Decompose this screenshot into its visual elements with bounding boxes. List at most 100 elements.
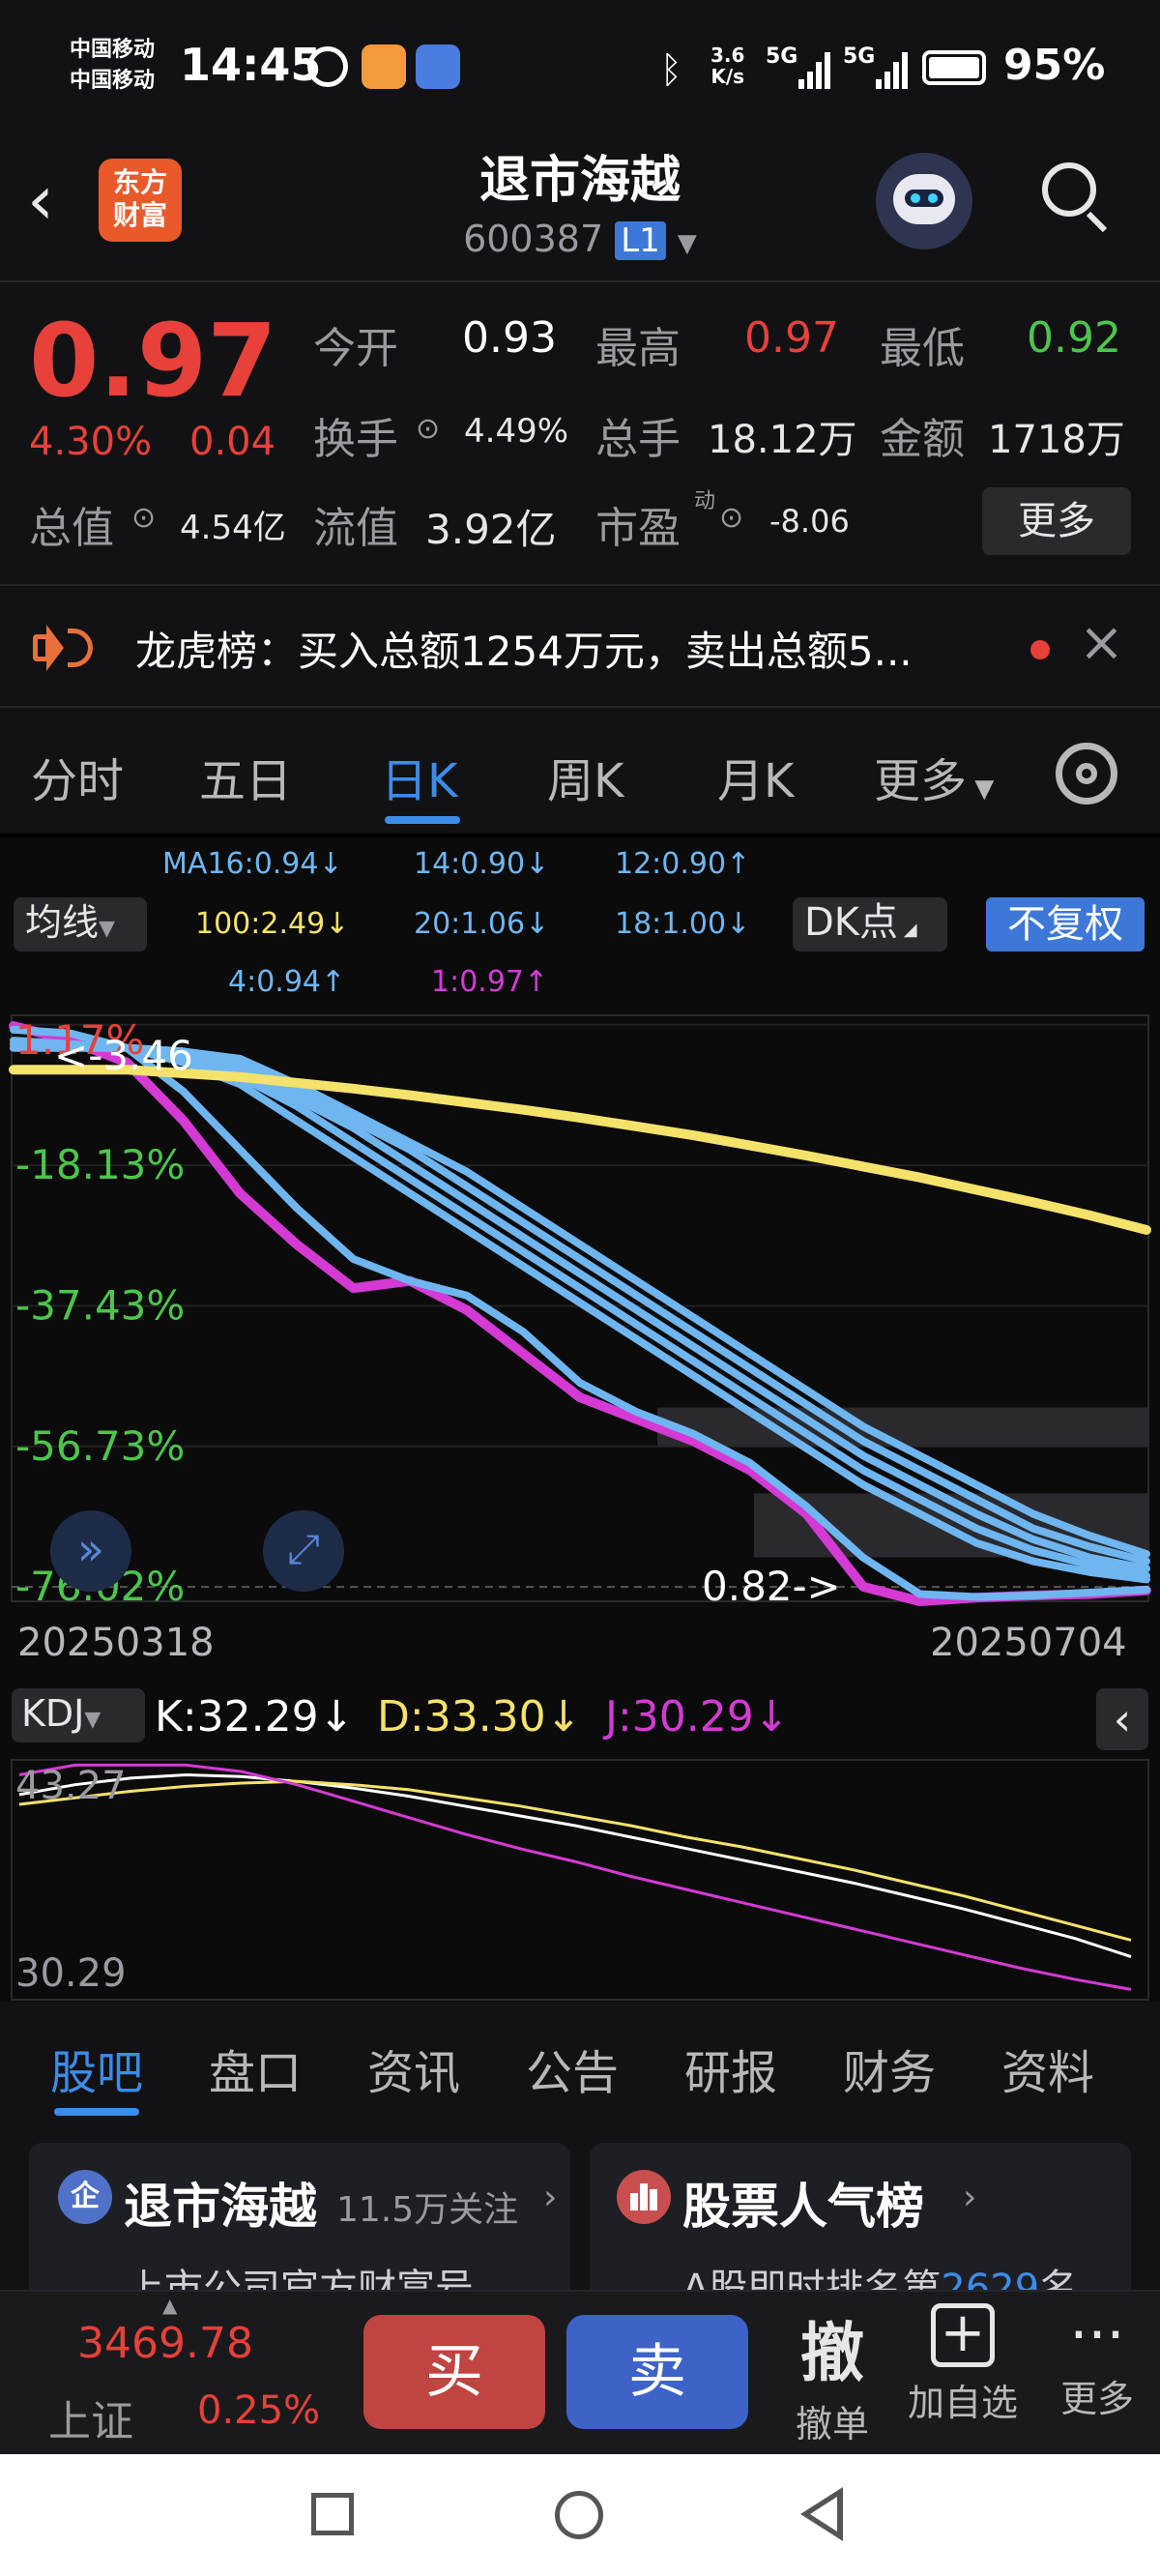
- kdj-d: D:33.30↓: [377, 1692, 582, 1742]
- search-icon[interactable]: [1042, 162, 1108, 233]
- ma4-value: 4:0.94↑: [228, 965, 346, 999]
- collapse-left-icon[interactable]: ‹: [1096, 1688, 1148, 1750]
- speaker-icon: [33, 623, 95, 673]
- tab-monthly-k[interactable]: 月K: [717, 743, 794, 810]
- add-watchlist-button[interactable]: + 加自选: [903, 2303, 1023, 2426]
- cancel-order-button[interactable]: 撤 撤单: [779, 2301, 885, 2447]
- status-time: 14:45: [180, 39, 322, 91]
- kline-chart-area[interactable]: 1.17%-18.13%-37.43%-56.73%-76.02%<-3.460…: [0, 1011, 1160, 1669]
- kdj-ymin-label: 30.29: [15, 1951, 127, 1996]
- tab-daily-k[interactable]: 日K: [381, 743, 457, 810]
- tab-announcements[interactable]: 公告: [526, 2034, 619, 2102]
- tab-research[interactable]: 研报: [684, 2034, 777, 2102]
- signal-icon-2: [876, 50, 909, 89]
- pe-superscript: 动: [694, 489, 716, 513]
- home-icon[interactable]: [555, 2491, 603, 2539]
- tab-weekly-k[interactable]: 周K: [547, 743, 624, 810]
- info-tabs: 股吧 盘口 资讯 公告 研报 财务 资料: [0, 2004, 1160, 2123]
- net-type-1: 5G: [766, 44, 798, 69]
- carrier-2: 中国移动: [70, 69, 156, 93]
- settings-gear-icon[interactable]: [1056, 743, 1117, 805]
- add-watchlist-label: 加自选: [907, 2382, 1018, 2424]
- index-value[interactable]: 3469.78: [77, 2319, 253, 2368]
- expand-up-icon[interactable]: ▲: [162, 2294, 177, 2317]
- popularity-rank: 2629: [941, 2267, 1040, 2290]
- active-tab-indicator: [385, 816, 460, 824]
- add-icon: +: [931, 2303, 995, 2367]
- expand-left-icon[interactable]: »: [50, 1510, 131, 1592]
- kdj-ymax-label: 43.27: [15, 1764, 127, 1808]
- status-bar: 中国移动 中国移动 14:45 ᛒ 3.6 K/s 5G 5G 95%: [0, 0, 1160, 135]
- info-icon[interactable]: ⊙: [131, 501, 156, 535]
- tab-more[interactable]: 更多 ▼: [874, 743, 994, 810]
- kdj-selector[interactable]: KDJ▼: [12, 1688, 145, 1742]
- stock-title-block[interactable]: 退市海越 600387 L1 ▼: [290, 139, 870, 260]
- ma-legend: MA16:0.94↓ 14:0.90↓ 12:0.90↑ 均线▼ 100:2.4…: [0, 837, 1160, 1011]
- cancel-order-label: 撤单: [795, 2403, 869, 2445]
- carrier-1: 中国移动: [70, 38, 156, 62]
- tab-pankou[interactable]: 盘口: [209, 2034, 302, 2102]
- tab-finance[interactable]: 财务: [843, 2034, 936, 2102]
- more-quote-button[interactable]: 更多: [982, 487, 1131, 555]
- tab-intraday[interactable]: 分时: [31, 743, 124, 810]
- amount-value: 1718万: [988, 418, 1125, 462]
- low-value: 0.92: [1027, 313, 1121, 363]
- signal-icon: [798, 50, 831, 89]
- alarm-icon: [307, 46, 348, 87]
- indicator-selector[interactable]: 均线▼: [14, 897, 147, 951]
- mktcap-label[interactable]: 总值: [29, 493, 114, 555]
- eastmoney-logo[interactable]: 东方 财富: [99, 159, 182, 242]
- index-name[interactable]: 上证: [48, 2386, 133, 2448]
- kdj-k: K:32.29↓: [155, 1692, 355, 1742]
- ma16-value: MA16:0.94↓: [162, 847, 343, 881]
- change-pct: 4.30%: [29, 420, 153, 464]
- adjust-button[interactable]: 不复权: [986, 897, 1145, 951]
- kdj-chart[interactable]: [0, 1758, 1160, 2002]
- tab-guba[interactable]: 股吧: [50, 2034, 143, 2102]
- kdj-line-K: [18, 1773, 1132, 1958]
- kdj-chart-area[interactable]: 43.27 30.29: [0, 1758, 1160, 2002]
- fullscreen-icon[interactable]: ⤢: [263, 1510, 344, 1592]
- volume-value: 18.12万: [708, 418, 857, 462]
- info-icon[interactable]: ⊙: [416, 412, 440, 446]
- company-card-subtitle: 上市公司官方财富号: [126, 2267, 474, 2290]
- pe-value: -8.06: [769, 503, 850, 540]
- turnover-label[interactable]: 换手: [313, 404, 398, 466]
- company-account-card[interactable]: 企 退市海越 11.5万关注 › 上市公司官方财富号: [29, 2143, 570, 2290]
- kdj-j: J:30.29↓: [605, 1692, 790, 1742]
- network-speed: 3.6 K/s: [710, 44, 745, 88]
- amount-label: 金额: [880, 415, 965, 464]
- ranking-icon: [617, 2170, 671, 2224]
- system-nav-bar: [0, 2454, 1160, 2576]
- buy-button[interactable]: 买: [363, 2315, 545, 2429]
- mktcap-value: 4.54亿: [180, 509, 286, 547]
- quote-panel: 0.97 4.30% 0.04 今开 0.93 最高 0.97 最低 0.92 …: [0, 282, 1160, 572]
- battery-icon: [922, 50, 986, 85]
- y-tick-label: -18.13%: [15, 1141, 185, 1188]
- kdj-legend: KDJ▼ K:32.29↓ D:33.30↓ J:30.29↓ ‹: [0, 1669, 1160, 1758]
- unread-dot: [1030, 640, 1050, 659]
- ma12-value: 12:0.90↑: [615, 847, 751, 881]
- header-bar: ‹ 东方 财富 退市海越 600387 L1 ▼: [0, 135, 1160, 280]
- more-button[interactable]: ··· 更多: [1044, 2301, 1150, 2422]
- recent-apps-icon[interactable]: [311, 2493, 354, 2535]
- close-icon[interactable]: ×: [1079, 611, 1124, 674]
- info-icon[interactable]: ⊙: [719, 501, 743, 535]
- notice-text: 龙虎榜：买入总额1254万元，卖出总额5...: [135, 628, 913, 675]
- index-change[interactable]: 0.25%: [197, 2388, 320, 2433]
- tab-five-day[interactable]: 五日: [199, 743, 292, 810]
- open-label: 今开: [313, 324, 398, 373]
- back-icon[interactable]: ‹: [27, 166, 54, 234]
- robot-assistant-avatar[interactable]: [876, 153, 972, 249]
- notice-bar[interactable]: 龙虎榜：买入总额1254万元，卖出总额5... ×: [0, 586, 1160, 706]
- battery-level: 95%: [1003, 41, 1106, 90]
- pe-label[interactable]: 市盈: [595, 493, 681, 555]
- honor-app-icon: [416, 44, 460, 89]
- tab-profile[interactable]: 资料: [1001, 2034, 1094, 2102]
- tab-news[interactable]: 资讯: [367, 2034, 460, 2102]
- sell-button[interactable]: 卖: [566, 2315, 748, 2429]
- dk-point-button[interactable]: DK点 ◢: [793, 897, 947, 951]
- kline-chart[interactable]: 1.17%-18.13%-37.43%-56.73%-76.02%<-3.460…: [0, 1011, 1160, 1669]
- last-price: 0.97: [29, 302, 277, 420]
- popularity-card[interactable]: 股票人气榜 › A股即时排名第2629名: [590, 2143, 1131, 2290]
